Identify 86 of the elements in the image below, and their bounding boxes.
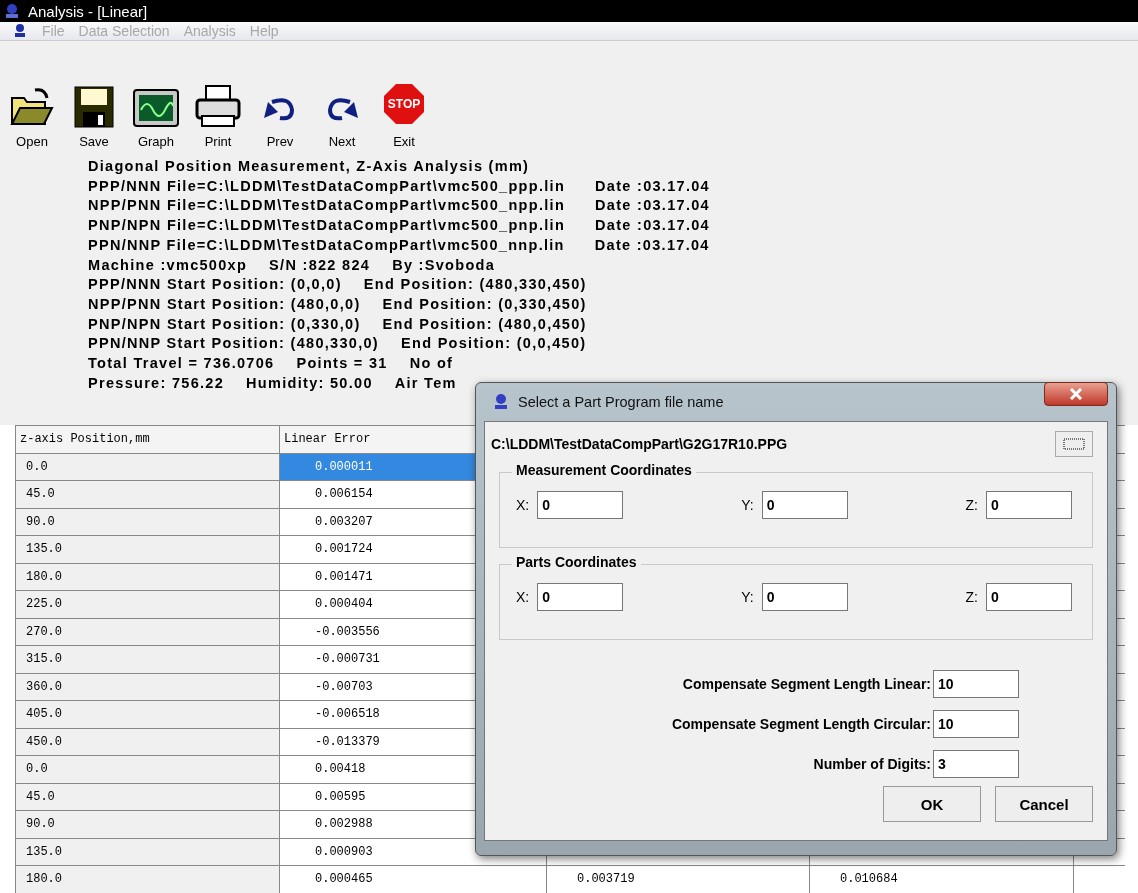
input-field[interactable]: 0 xyxy=(761,583,848,611)
field-label: Compensate Segment Length Circular: xyxy=(671,716,931,732)
info-text: By :Svoboda xyxy=(392,255,496,275)
info-text: Air Tem xyxy=(394,373,457,393)
info-text: End Position: (480,0,450) xyxy=(382,314,587,334)
toolbar-button[interactable]: Print xyxy=(188,45,248,153)
info-text: No of xyxy=(409,354,454,374)
monitor-graph-icon xyxy=(132,86,180,130)
info-text: Date :03.17.04 xyxy=(595,196,710,216)
table-cell[interactable]: 0.000465 xyxy=(280,866,547,893)
table-cell: 0.010684 xyxy=(810,866,1074,893)
input-field[interactable]: 0 xyxy=(986,583,1072,611)
input-field[interactable]: 0 xyxy=(537,583,624,611)
info-text: PNP/NPN Start Position: (0,330,0) xyxy=(88,314,361,334)
info-text: NPP/PNN File=C:\LDDM\TestDataCompPart\vmc500_npp.lin xyxy=(88,196,566,216)
table-cell: 45.0 xyxy=(15,481,280,508)
table-cell: 0.0 xyxy=(15,756,280,783)
info-text: Diagonal Position Measurement, Z-Axis Analysis (mm) xyxy=(88,157,530,176)
toolbar-button[interactable]: Graph xyxy=(126,45,186,153)
table-cell: 360.0 xyxy=(15,673,280,700)
table-cell: 315.0 xyxy=(15,646,280,673)
browse-button[interactable] xyxy=(1055,431,1093,457)
table-cell: 90.0 xyxy=(15,508,280,535)
ok-button[interactable]: OK xyxy=(883,786,981,822)
field-label: Y: xyxy=(741,497,754,513)
field-label: Z: xyxy=(965,589,978,605)
cancel-button[interactable]: Cancel xyxy=(995,786,1093,822)
table-cell: 0.003719 xyxy=(547,866,810,893)
table-cell: 135.0 xyxy=(15,838,280,865)
app-icon xyxy=(12,23,28,39)
info-text: Points = 31 xyxy=(296,354,388,374)
dialog-title: Select a Part Program file name xyxy=(518,394,724,410)
table-cell: 90.0 xyxy=(15,811,280,838)
close-button[interactable] xyxy=(1044,382,1108,406)
table-cell: 180.0 xyxy=(15,866,280,893)
dotted-rectangle-icon xyxy=(1062,437,1086,451)
input-field[interactable]: 3 xyxy=(933,750,1019,778)
input-field[interactable]: 0 xyxy=(761,491,848,519)
info-text: End Position: (0,0,450) xyxy=(401,334,587,354)
group-title: Measurement Coordinates xyxy=(512,462,696,478)
app-icon xyxy=(492,393,510,411)
info-text: PPN/NNP Start Position: (480,330,0) xyxy=(88,334,379,354)
info-text: Machine :vmc500xp xyxy=(88,255,248,275)
info-text: NPP/PNN Start Position: (480,0,0) xyxy=(88,294,361,314)
input-field[interactable]: 0 xyxy=(537,491,624,519)
info-text: Pressure: 756.22 xyxy=(88,373,225,393)
input-field[interactable]: 10 xyxy=(933,670,1019,698)
info-text: Date :03.17.04 xyxy=(594,235,710,255)
column-header: z-axis Position,mm xyxy=(15,426,280,453)
info-text: Date :03.17.04 xyxy=(595,176,710,196)
close-icon xyxy=(1069,388,1083,400)
field-label: Compensate Segment Length Linear: xyxy=(682,676,931,692)
toolbar-button[interactable]: Save xyxy=(64,45,124,153)
table-cell: 45.0 xyxy=(15,783,280,810)
field-label: Z: xyxy=(965,497,978,513)
info-text: Total Travel = 736.0706 xyxy=(88,354,275,374)
window-title: Analysis - [Linear] xyxy=(28,2,148,20)
table-cell: 270.0 xyxy=(15,618,280,645)
toolbar-button[interactable]: Open xyxy=(2,45,62,153)
group-title: Parts Coordinates xyxy=(512,554,641,570)
info-text: S/N :822 824 xyxy=(269,255,371,275)
info-text: End Position: (0,330,450) xyxy=(382,294,587,314)
toolbar-button[interactable]: STOP Exit xyxy=(374,45,434,153)
info-text: PPP/NNN Start Position: (0,0,0) xyxy=(88,275,342,295)
stop-sign-icon: STOP xyxy=(384,84,424,124)
field-label: Number of Digits: xyxy=(813,756,931,772)
info-text: PNP/NPN File=C:\LDDM\TestDataCompPart\vmc500_pnp.lin xyxy=(88,216,566,236)
table-cell: 180.0 xyxy=(15,563,280,590)
info-text: PPP/NNN File=C:\LDDM\TestDataCompPart\vmc500_ppp.lin xyxy=(88,176,566,196)
input-field[interactable]: 0 xyxy=(986,491,1072,519)
table-cell: 225.0 xyxy=(15,591,280,618)
toolbar-button[interactable]: Prev xyxy=(250,45,310,153)
table-cell: 135.0 xyxy=(15,536,280,563)
field-label: X: xyxy=(516,589,530,605)
toolbar-button[interactable]: Next xyxy=(312,45,372,153)
printer-icon xyxy=(194,84,242,130)
info-text: End Position: (480,330,450) xyxy=(363,275,587,295)
info-text: PPN/NNP File=C:\LDDM\TestDataCompPart\vmc500_nnp.lin xyxy=(88,235,565,255)
table-cell: 0.0 xyxy=(15,453,280,480)
field-label: Y: xyxy=(741,589,754,605)
table-cell: 405.0 xyxy=(15,701,280,728)
table-cell: 450.0 xyxy=(15,728,280,755)
app-icon xyxy=(4,3,20,19)
input-field[interactable]: 10 xyxy=(933,710,1019,738)
info-text: Humidity: 50.00 xyxy=(246,373,373,393)
info-text: Date :03.17.04 xyxy=(595,216,710,236)
